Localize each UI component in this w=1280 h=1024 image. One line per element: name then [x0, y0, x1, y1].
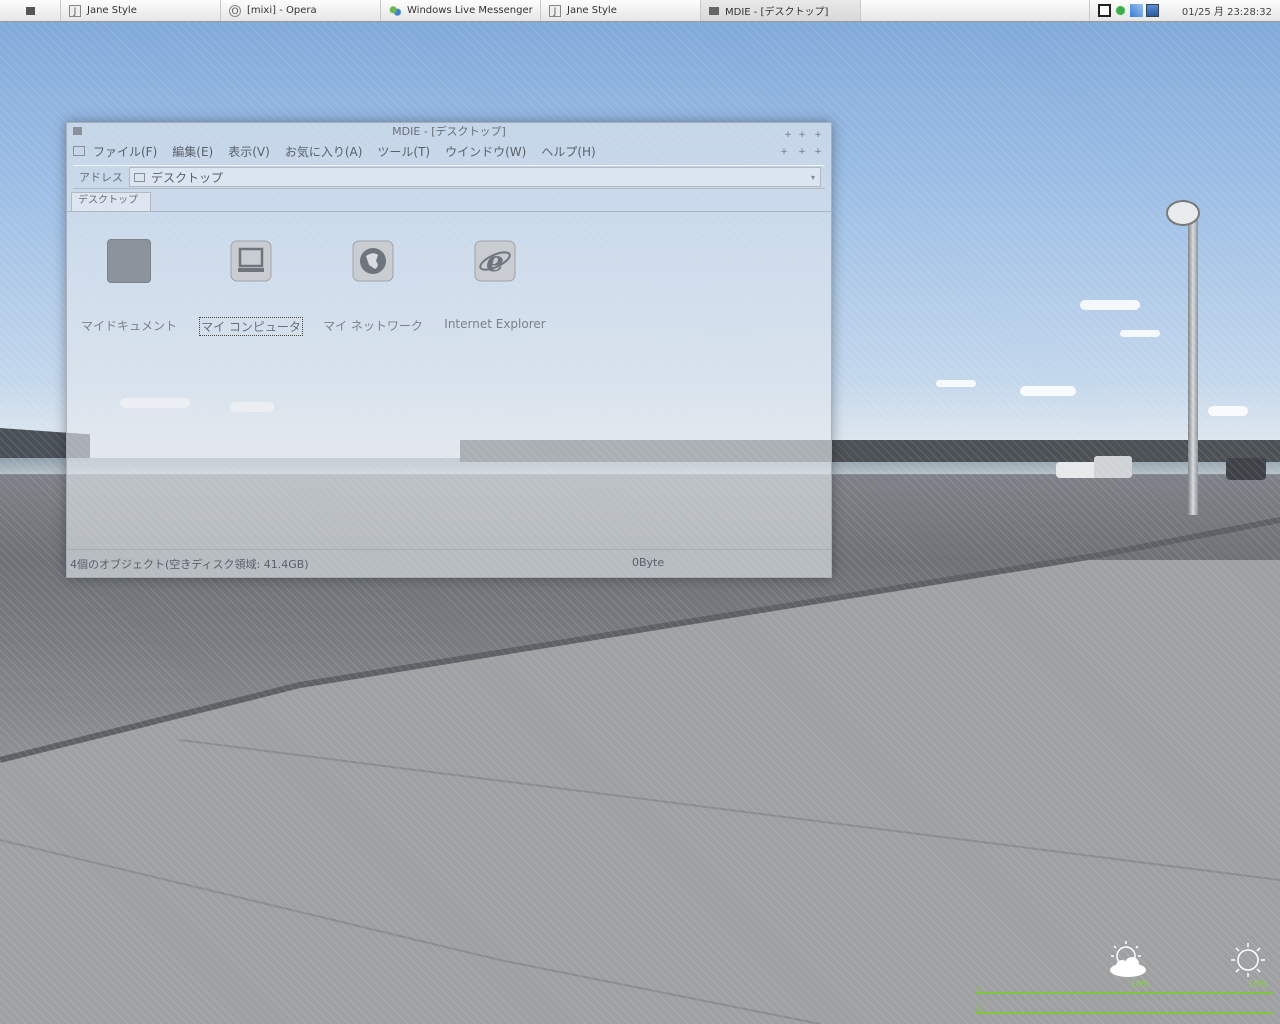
- status-bar: 4個のオブジェクト(空きディスク領域: 41.4GB) 0Byte: [67, 549, 831, 578]
- window-title: MDIE - [デスクトップ]: [392, 125, 506, 138]
- opera-icon: O: [229, 4, 241, 17]
- mdie-window: MDIE - [デスクトップ] + + + ファイル(F) 編集(E) 表示(V…: [66, 122, 832, 578]
- address-label: アドレス: [79, 171, 123, 184]
- clock[interactable]: 01/25 月 23:28:32: [1182, 3, 1272, 18]
- window-icon: [709, 6, 719, 15]
- chevron-down-icon[interactable]: ▾: [806, 173, 820, 182]
- network-icon: [351, 239, 395, 283]
- status-object-count: 4個のオブジェクト(空きディスク領域: 41.4GB): [70, 558, 309, 571]
- taskbar-item-label: Jane Style: [87, 5, 137, 16]
- child-close-button[interactable]: +: [813, 147, 823, 157]
- taskbar-item-label: Windows Live Messenger: [407, 5, 533, 16]
- taskbar-item-opera[interactable]: O [mixi] - Opera: [221, 0, 381, 21]
- start-icon: [25, 6, 35, 15]
- signal-icon[interactable]: [1129, 4, 1143, 17]
- taskbar-item-label: MDIE - [デスクトップ]: [725, 7, 829, 18]
- computer-icon: [229, 239, 273, 283]
- window-titlebar[interactable]: MDIE - [デスクトップ] + + +: [67, 123, 831, 141]
- menu-tools[interactable]: ツール(T): [377, 143, 430, 160]
- svg-text:e: e: [486, 245, 504, 278]
- address-bar: アドレス デスクトップ ▾: [73, 165, 825, 189]
- menu-file[interactable]: ファイル(F): [93, 143, 157, 160]
- taskbar-item-mdie[interactable]: MDIE - [デスクトップ]: [701, 0, 861, 21]
- icon-label: マイ コンピュータ: [199, 317, 303, 336]
- taskbar-item-messenger[interactable]: Windows Live Messenger: [381, 0, 541, 21]
- network-status-icon[interactable]: [1113, 4, 1127, 17]
- desktop-icon-my-documents[interactable]: マイドキュメント: [69, 239, 189, 334]
- folder-icon: [134, 172, 145, 182]
- menu-window[interactable]: ウインドウ(W): [445, 143, 526, 160]
- taskbar-item-jane-style[interactable]: J Jane Style: [61, 0, 221, 21]
- monitor-icon[interactable]: [1145, 4, 1159, 17]
- child-window-icon[interactable]: [73, 146, 85, 156]
- ie-icon: e: [473, 239, 517, 283]
- taskbar: J Jane Style O [mixi] - Opera Windows Li…: [0, 0, 1280, 22]
- tab-desktop[interactable]: デスクトップ: [71, 192, 151, 211]
- start-button[interactable]: [0, 0, 61, 21]
- taskbar-item-jane-style-2[interactable]: J Jane Style: [541, 0, 701, 21]
- sunny-icon: [1231, 943, 1265, 977]
- left-precip-percent: 10%: [1130, 980, 1151, 990]
- tab-strip: デスクトップ: [67, 191, 831, 212]
- child-maximize-button[interactable]: +: [797, 147, 807, 157]
- menu-favorites[interactable]: お気に入り(A): [285, 143, 363, 160]
- display-icon[interactable]: [1097, 4, 1111, 17]
- menu-edit[interactable]: 編集(E): [172, 143, 213, 160]
- menu-view[interactable]: 表示(V): [228, 143, 270, 160]
- status-size: 0Byte: [632, 556, 665, 569]
- address-value: デスクトップ: [151, 170, 224, 185]
- system-tray: 01/25 月 23:28:32: [1088, 0, 1280, 21]
- window-menu-icon[interactable]: [73, 127, 82, 135]
- drive-g-bar: [976, 1012, 1274, 1014]
- documents-icon: [107, 239, 151, 283]
- desktop-icon-my-computer[interactable]: マイ コンピュータ: [191, 239, 311, 336]
- desktop-icon-my-network[interactable]: マイ ネットワーク: [313, 239, 433, 334]
- taskbar-item-label: [mixi] - Opera: [247, 5, 317, 16]
- icon-label: マイ ネットワーク: [323, 319, 423, 333]
- partly-cloudy-icon: [1110, 941, 1146, 977]
- address-input[interactable]: デスクトップ ▾: [129, 167, 821, 187]
- desktop-icon-internet-explorer[interactable]: e Internet Explorer: [435, 239, 555, 331]
- right-precip-percent: 10%: [1248, 980, 1269, 990]
- messenger-icon: [389, 4, 401, 17]
- jane-style-icon: J: [69, 4, 81, 17]
- drive-c-bar: [976, 992, 1274, 994]
- jane-style-icon: J: [549, 4, 561, 17]
- taskbar-item-label: Jane Style: [567, 5, 617, 16]
- sidebar-gadget: 10% 10% C: G:: [976, 936, 1280, 1024]
- menu-help[interactable]: ヘルプ(H): [541, 143, 595, 160]
- icon-label: Internet Explorer: [444, 317, 546, 331]
- icon-label: マイドキュメント: [80, 319, 177, 333]
- menubar: ファイル(F) 編集(E) 表示(V) お気に入り(A) ツール(T) ウインド…: [67, 141, 831, 161]
- child-minimize-button[interactable]: +: [779, 147, 789, 157]
